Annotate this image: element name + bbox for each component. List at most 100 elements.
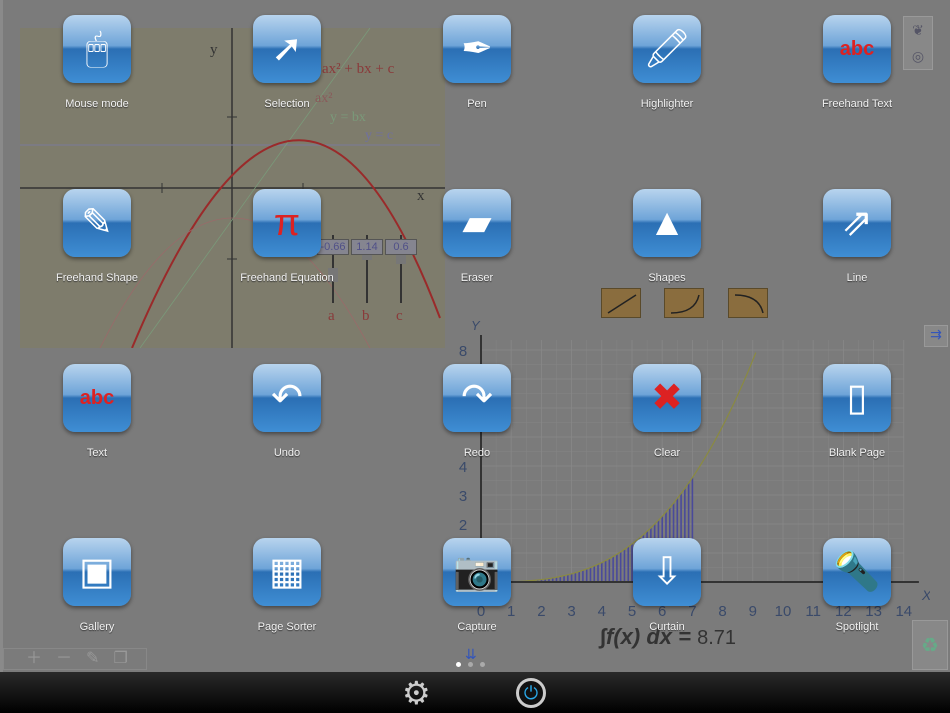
page-toolbar: ＋ － ✎ ❐ (3, 648, 147, 670)
recycle-bin-button[interactable]: ♻ (912, 620, 948, 670)
tool-blank-page[interactable]: ▯ Blank Page (797, 364, 917, 459)
tool-capture[interactable]: 📷 Capture (417, 538, 537, 633)
tool-label: Mouse mode (65, 98, 129, 110)
camera-icon: 📷 (443, 538, 511, 606)
tool-text[interactable]: abc Text (37, 364, 157, 459)
tool-label: Capture (457, 621, 497, 633)
tool-freehand-shape[interactable]: ✎ Freehand Shape (37, 189, 157, 284)
tool-page-sorter[interactable]: ▦ Page Sorter (227, 538, 347, 633)
line-icon: ⇗ (823, 189, 891, 257)
equation-c: y = c (365, 128, 394, 143)
gallery-icon: ▣ (63, 538, 131, 606)
eraser-icon: ▰ (443, 189, 511, 257)
x-tick-label: 3 (567, 603, 575, 620)
page-sorter-icon: ▦ (253, 538, 321, 606)
page-indicator[interactable] (456, 662, 485, 667)
mouse-icon: 🖱 (63, 15, 131, 83)
redo-icon: ↷ (443, 364, 511, 432)
tool-selection[interactable]: ➚ Selection (227, 15, 347, 110)
tool-label: Highlighter (640, 98, 694, 110)
y-tick-label: 3 (459, 488, 467, 505)
x-tick-label: 9 (749, 603, 757, 620)
slider-b-value[interactable]: 1.14 (351, 239, 383, 255)
linear-shape-button[interactable] (601, 288, 641, 318)
double-arrow-right-icon: ⇉ (930, 326, 942, 342)
exponential-shape-button[interactable] (664, 288, 704, 318)
tool-label: Text (86, 447, 108, 459)
color-palette-button[interactable]: ❦ ◎ (903, 16, 933, 70)
tool-undo[interactable]: ↶ Undo (227, 364, 347, 459)
tool-label: Spotlight (835, 621, 879, 633)
x-tick-label: 4 (598, 603, 606, 620)
tool-label: Freehand Equation (240, 272, 334, 284)
flashlight-icon: 🔦 (823, 538, 891, 606)
tool-pen[interactable]: ✒ Pen (417, 15, 537, 110)
double-arrow-down-icon: ⇊ (465, 646, 477, 662)
tool-label: Clear (653, 447, 681, 459)
expand-right-button[interactable]: ⇉ (924, 325, 948, 347)
slider-b-label: b (362, 308, 370, 324)
text-icon: abc (63, 364, 131, 432)
settings-gear-icon[interactable]: ⚙ (402, 676, 431, 710)
slider-c-value[interactable]: 0.6 (385, 239, 417, 255)
freehand-equation-icon: π (253, 189, 321, 257)
x-tick-label: 2 (537, 603, 545, 620)
tool-redo[interactable]: ↷ Redo (417, 364, 537, 459)
duplicate-page-icon[interactable]: ❐ (113, 649, 127, 669)
y-axis-label: y (210, 42, 218, 58)
tool-spotlight[interactable]: 🔦 Spotlight (797, 538, 917, 633)
edit-page-icon[interactable]: ✎ (86, 649, 99, 669)
palette-icon: ❦ ◎ (911, 22, 925, 64)
tool-label: Curtain (649, 621, 685, 633)
x-tick-label: 10 (775, 603, 792, 620)
freehand-text-icon: abc (823, 15, 891, 83)
blank-page-icon: ▯ (823, 364, 891, 432)
shapes-icon: ▲ (633, 189, 701, 257)
y-tick-label: 2 (459, 517, 467, 534)
tool-mouse-mode[interactable]: 🖱 Mouse mode (37, 15, 157, 110)
y-tick-label: 8 (459, 343, 467, 360)
page-dot[interactable] (468, 662, 473, 667)
tool-clear[interactable]: ✖ Clear (607, 364, 727, 459)
power-icon: ⏻ (523, 683, 539, 703)
add-page-icon[interactable]: ＋ (26, 649, 42, 669)
tool-label: Eraser (460, 272, 494, 284)
tool-label: Redo (463, 447, 491, 459)
remove-page-icon[interactable]: － (56, 649, 72, 669)
tool-freehand-text[interactable]: abc Freehand Text (797, 15, 917, 110)
slider-a-label: a (328, 308, 335, 324)
y-axis-label: Y (471, 320, 481, 333)
recycle-icon: ♻ (921, 635, 939, 657)
tool-label: Page Sorter (257, 621, 317, 633)
curtain-icon: ⇩ (633, 538, 701, 606)
page-dot[interactable] (480, 662, 485, 667)
collapse-down-button[interactable]: ⇊ (465, 646, 477, 663)
tool-highlighter[interactable]: 🖍 Highlighter (607, 15, 727, 110)
clear-x-icon: ✖ (633, 364, 701, 432)
tool-freehand-equation[interactable]: π Freehand Equation (227, 189, 347, 284)
x-axis-label: X (921, 587, 930, 603)
page-dot[interactable] (456, 662, 461, 667)
decay-shape-button[interactable] (728, 288, 768, 318)
slider-c-label: c (396, 308, 403, 324)
tool-label: Blank Page (828, 447, 886, 459)
arrow-cursor-icon: ➚ (253, 15, 321, 83)
tool-eraser[interactable]: ▰ Eraser (417, 189, 537, 284)
tool-label: Freehand Shape (56, 272, 138, 284)
equation-b: y = bx (330, 110, 366, 125)
highlighter-icon: 🖍 (633, 15, 701, 83)
power-button[interactable]: ⏻ (516, 678, 546, 708)
tool-line[interactable]: ⇗ Line (797, 189, 917, 284)
pen-icon: ✒ (443, 15, 511, 83)
freehand-shape-icon: ✎ (63, 189, 131, 257)
tool-curtain[interactable]: ⇩ Curtain (607, 538, 727, 633)
tool-gallery[interactable]: ▣ Gallery (37, 538, 157, 633)
tool-label: Shapes (648, 272, 686, 284)
tool-label: Line (846, 272, 868, 284)
tool-label: Selection (264, 98, 310, 110)
tool-shapes[interactable]: ▲ Shapes (607, 189, 727, 284)
tool-label: Gallery (79, 621, 115, 633)
tool-label: Undo (273, 447, 301, 459)
undo-icon: ↶ (253, 364, 321, 432)
bottom-bar (0, 672, 950, 713)
